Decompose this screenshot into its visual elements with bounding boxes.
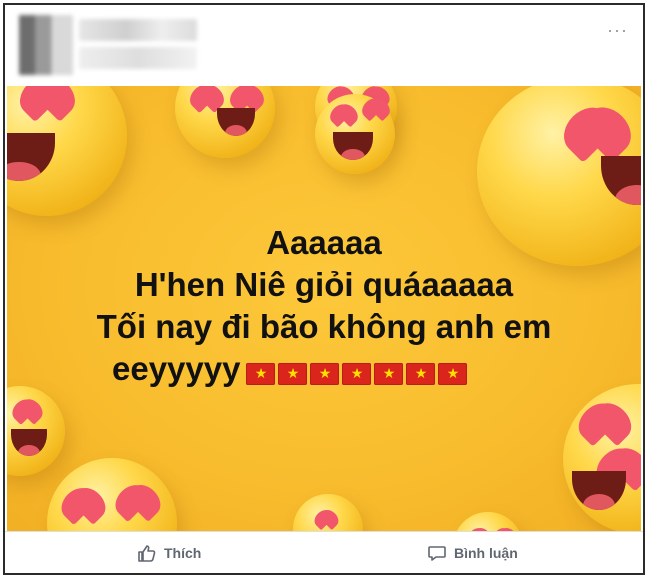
- flag-emoji-row: [246, 350, 470, 392]
- heart-eyes-emoji-icon: [47, 458, 177, 531]
- heart-eyes-emoji-icon: [293, 494, 363, 531]
- vietnam-flag-icon: [278, 362, 308, 385]
- thumbs-up-icon: [138, 545, 156, 562]
- avatar[interactable]: [19, 15, 73, 75]
- post-action-bar: Thích Bình luận: [5, 531, 643, 573]
- vietnam-flag-icon: [438, 362, 468, 385]
- vietnam-flag-icon: [342, 362, 372, 385]
- vietnam-flag-icon: [374, 362, 404, 385]
- like-label: Thích: [164, 545, 202, 561]
- heart-eyes-emoji-icon: [453, 512, 523, 531]
- heart-eyes-emoji-icon: [7, 386, 65, 476]
- vietnam-flag-icon: [406, 362, 436, 385]
- status-line-3: Tối nay đi bão không anh em: [96, 308, 552, 345]
- vietnam-flag-icon: [246, 362, 276, 385]
- post-meta-blurred: [79, 47, 197, 69]
- status-line-4: eeyyyyy: [7, 348, 641, 392]
- comment-button[interactable]: Bình luận: [427, 542, 518, 564]
- comment-label: Bình luận: [454, 545, 518, 561]
- author-name-blurred[interactable]: [79, 19, 197, 41]
- vietnam-flag-icon: [310, 362, 340, 385]
- like-button[interactable]: Thích: [137, 542, 201, 564]
- post-header: ···: [5, 5, 643, 85]
- status-line-1: Aaaaaa: [266, 224, 382, 261]
- more-options-icon[interactable]: ···: [607, 21, 629, 39]
- heart-eyes-emoji-icon: [315, 94, 395, 174]
- heart-eyes-emoji-icon: [7, 86, 127, 216]
- status-text: Aaaaaa H'hen Niê giỏi quáaaaaa Tối nay đ…: [7, 222, 641, 392]
- status-line-2: H'hen Niê giỏi quáaaaaa: [134, 266, 514, 303]
- status-line-4-text: eeyyyyy: [112, 350, 241, 387]
- heart-eyes-emoji-icon: [563, 384, 641, 531]
- facebook-post: ··· Aaaaaa H'hen Niê giỏi quáaaaaa Tối n…: [3, 3, 645, 575]
- status-background-card: Aaaaaa H'hen Niê giỏi quáaaaaa Tối nay đ…: [7, 86, 641, 531]
- heart-eyes-emoji-icon: [175, 86, 275, 158]
- comment-bubble-icon: [428, 546, 446, 561]
